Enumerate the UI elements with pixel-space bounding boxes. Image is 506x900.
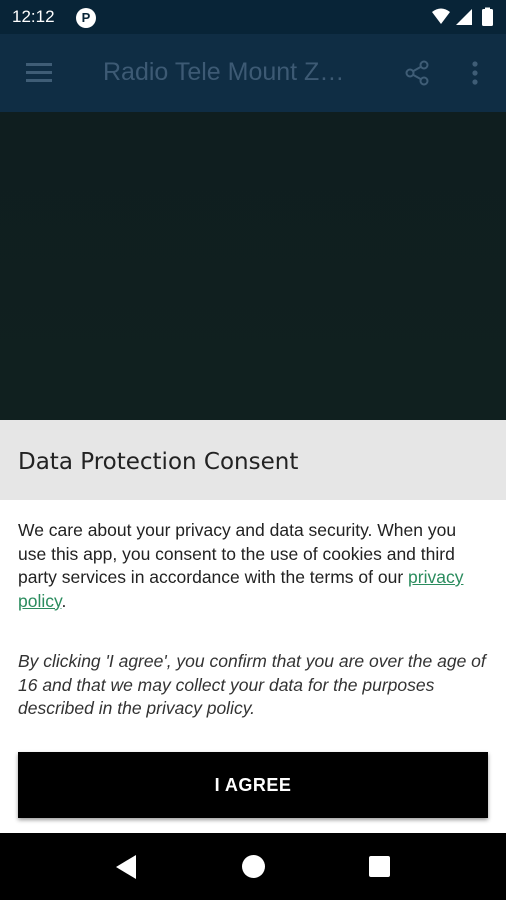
consent-body-end: .	[61, 590, 67, 611]
navigation-bar	[0, 833, 506, 900]
status-icons	[430, 7, 496, 27]
recents-icon[interactable]	[369, 856, 390, 877]
menu-icon[interactable]	[22, 58, 56, 88]
agree-button[interactable]: I AGREE	[18, 752, 488, 818]
status-bar: 12:12 P	[0, 0, 506, 34]
app-title: Radio Tele Mount Z…	[103, 58, 345, 86]
consent-title: Data Protection Consent	[18, 449, 299, 475]
wifi-icon	[432, 8, 450, 24]
status-time: 12:12	[12, 7, 55, 26]
notification-badge-icon: P	[76, 8, 96, 28]
consent-dialog: Data Protection Consent We care about yo…	[0, 420, 506, 833]
share-icon[interactable]	[402, 58, 432, 88]
more-vert-icon[interactable]	[462, 58, 488, 88]
signal-icon	[456, 9, 472, 25]
battery-icon	[482, 9, 493, 26]
app-bar: Radio Tele Mount Z…	[0, 34, 506, 112]
back-icon[interactable]	[114, 854, 138, 880]
content-area-dimmed	[0, 112, 506, 420]
consent-body: We care about your privacy and data secu…	[18, 519, 488, 613]
consent-body-text: We care about your privacy and data secu…	[18, 520, 457, 587]
age-confirmation-text: By clicking 'I agree', you confirm that …	[18, 651, 486, 718]
consent-header: Data Protection Consent	[0, 420, 506, 500]
home-icon[interactable]	[242, 855, 265, 878]
